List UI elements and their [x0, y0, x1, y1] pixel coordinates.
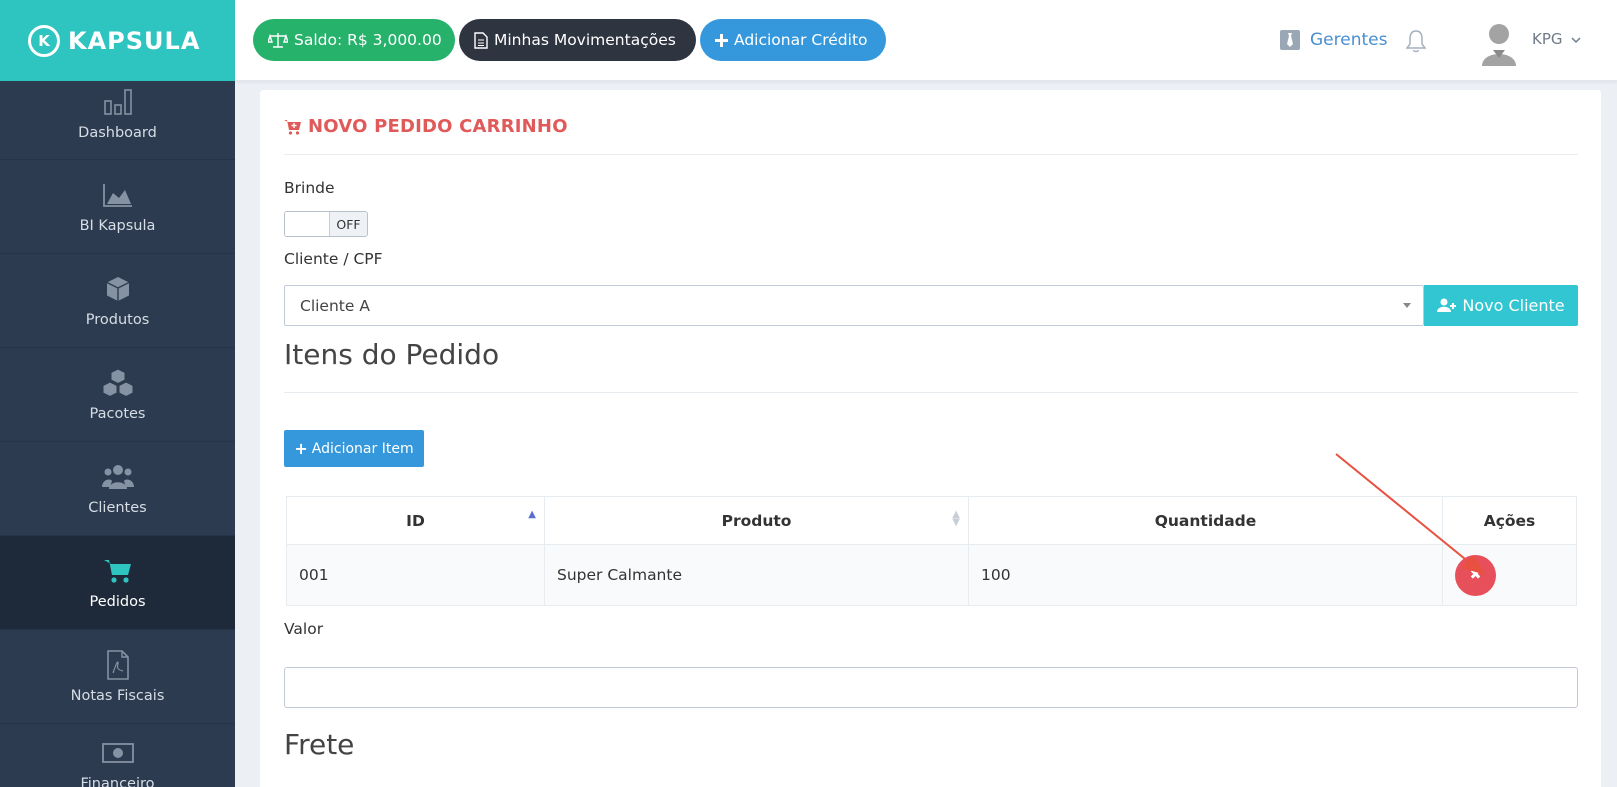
sidebar-item-pacotes[interactable]: Pacotes	[0, 348, 235, 442]
saldo-button[interactable]: Saldo: R$ 3,000.00	[253, 19, 455, 61]
table-header-row: ID ▲ Produto ▲ ▼ Quantidade Ações	[286, 496, 1577, 545]
page-title: NOVO PEDIDO CARRINHO	[284, 116, 568, 137]
cliente-label: Cliente / CPF	[284, 250, 383, 268]
column-header-quantidade[interactable]: Quantidade	[968, 496, 1443, 545]
bar-chart-icon	[101, 87, 135, 117]
bell-icon[interactable]	[1405, 29, 1427, 57]
cliente-select[interactable]: Cliente A	[284, 285, 1424, 326]
frete-section-title: Frete	[284, 728, 355, 761]
balance-scale-icon	[268, 32, 288, 48]
sidebar-item-label: Clientes	[88, 499, 147, 516]
plus-icon	[715, 33, 728, 47]
sidebar-item-label: Produtos	[85, 311, 150, 328]
itens-table: ID ▲ Produto ▲ ▼ Quantidade Ações 001 Sup…	[286, 496, 1577, 606]
cart-icon	[101, 556, 135, 586]
sidebar-item-bi-kapsula[interactable]: BI Kapsula	[0, 160, 235, 254]
users-icon	[101, 462, 135, 492]
cell-produto: Super Calmante	[544, 544, 969, 606]
sidebar-item-notas-fiscais[interactable]: Notas Fiscais	[0, 630, 235, 724]
brinde-label: Brinde	[284, 179, 335, 197]
brand-logo[interactable]: K KAPSULA	[0, 0, 235, 81]
sidebar-item-produtos[interactable]: Produtos	[0, 254, 235, 348]
cell-id: 001	[286, 544, 545, 606]
sidebar: K KAPSULA Dashboard BI Kapsula Produtos …	[0, 0, 235, 787]
topbar: Saldo: R$ 3,000.00 Minhas Movimentações …	[235, 0, 1617, 81]
sidebar-item-label: Dashboard	[78, 125, 157, 141]
column-header-acoes: Ações	[1442, 496, 1577, 545]
sort-asc-icon: ▲	[528, 509, 536, 520]
sidebar-item-label: Financeiro	[80, 776, 155, 787]
toggle-knob	[285, 212, 329, 236]
cell-acoes: ✖	[1442, 544, 1577, 606]
area-chart-icon	[101, 180, 135, 210]
cubes-icon	[101, 367, 135, 398]
column-header-produto[interactable]: Produto ▲ ▼	[544, 496, 969, 545]
add-item-button[interactable]: + Adicionar Item	[284, 430, 424, 467]
brinde-toggle[interactable]: OFF	[284, 211, 368, 237]
cart-plus-icon	[284, 119, 302, 135]
file-text-icon	[474, 31, 488, 49]
sidebar-item-dashboard[interactable]: Dashboard	[0, 81, 235, 160]
gerentes-label: Gerentes	[1310, 30, 1388, 50]
itens-divider	[284, 392, 1578, 393]
caret-down-icon	[1403, 303, 1411, 308]
avatar[interactable]	[1479, 20, 1519, 66]
sidebar-item-pedidos[interactable]: Pedidos	[0, 536, 235, 630]
title-divider	[284, 154, 1578, 155]
novo-cliente-button[interactable]: Novo Cliente	[1424, 285, 1578, 326]
pdf-file-icon	[101, 649, 135, 680]
user-menu[interactable]: KPG	[1532, 30, 1581, 48]
tie-icon	[1280, 30, 1300, 50]
column-header-id[interactable]: ID ▲	[286, 496, 545, 545]
add-credito-label: Adicionar Crédito	[734, 31, 868, 49]
order-form-card: NOVO PEDIDO CARRINHO Brinde OFF Cliente …	[260, 90, 1601, 787]
user-name: KPG	[1532, 30, 1563, 48]
sidebar-item-clientes[interactable]: Clientes	[0, 442, 235, 536]
toggle-state: OFF	[329, 212, 367, 236]
movimentacoes-button[interactable]: Minhas Movimentações	[459, 19, 696, 61]
money-icon	[101, 738, 135, 768]
user-plus-icon	[1437, 298, 1457, 313]
sort-both-icon: ▲ ▼	[952, 509, 960, 528]
valor-input[interactable]	[284, 667, 1578, 708]
chevron-down-icon	[1570, 30, 1581, 48]
brand-name: KAPSULA	[68, 26, 201, 55]
delete-item-button[interactable]: ✖	[1455, 554, 1496, 596]
gerentes-link[interactable]: Gerentes	[1280, 30, 1387, 50]
brand-mark-icon: K	[28, 24, 60, 57]
cliente-selected-value: Cliente A	[300, 296, 370, 315]
sidebar-item-label: Pedidos	[89, 593, 146, 610]
cell-quantidade: 100	[968, 544, 1443, 606]
saldo-label: Saldo: R$ 3,000.00	[294, 31, 442, 49]
sidebar-item-label: BI Kapsula	[79, 217, 156, 234]
sidebar-item-financeiro[interactable]: Financeiro	[0, 724, 235, 787]
sidebar-item-label: Pacotes	[89, 405, 146, 422]
add-credito-button[interactable]: Adicionar Crédito	[700, 19, 886, 61]
valor-label: Valor	[284, 620, 324, 638]
itens-section-title: Itens do Pedido	[284, 338, 500, 371]
table-row: 001 Super Calmante 100 ✖	[286, 544, 1577, 606]
plus-icon: +	[294, 439, 308, 458]
sidebar-item-label: Notas Fiscais	[70, 687, 165, 704]
close-icon: ✖	[1469, 567, 1482, 583]
movimentacoes-label: Minhas Movimentações	[494, 31, 676, 49]
cube-icon	[101, 274, 135, 304]
